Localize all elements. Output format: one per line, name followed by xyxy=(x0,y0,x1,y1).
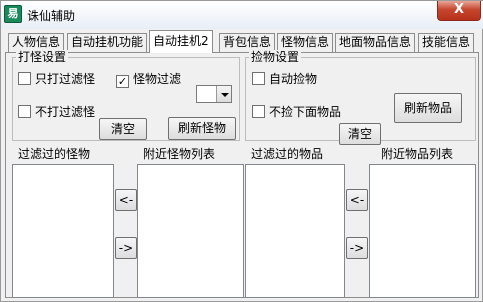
move-item-left-button[interactable]: <- xyxy=(346,189,368,211)
refresh-monsters-button[interactable]: 刷新怪物 xyxy=(168,117,236,140)
monster-filter-label: 怪物过滤 xyxy=(133,72,182,86)
filtered-monsters-label: 过滤过的怪物 xyxy=(18,147,91,161)
not-filtered-checkbox[interactable]: 不打过滤怪 xyxy=(18,104,95,120)
auto-pickup-checkbox[interactable]: 自动捡物 xyxy=(252,71,317,87)
nearby-items-label: 附近物品列表 xyxy=(381,147,454,161)
tab-ground-items-info[interactable]: 地面物品信息 xyxy=(335,33,416,52)
monster-filter-box[interactable]: ✓ xyxy=(116,75,129,88)
clear-items-button[interactable]: 清空 xyxy=(339,123,381,145)
no-pickup-below-box[interactable] xyxy=(252,105,265,118)
clear-monsters-button[interactable]: 清空 xyxy=(99,118,147,140)
tab-skill-info[interactable]: 技能信息 xyxy=(418,33,475,52)
filtered-items-list[interactable] xyxy=(245,164,345,298)
nearby-monsters-label: 附近怪物列表 xyxy=(143,147,216,161)
app-window: 易 诛仙辅助 X 人物信息 自动挂机功能 自动挂机2 背包信息 怪物信息 地面物… xyxy=(0,0,483,302)
title-bar[interactable]: 易 诛仙辅助 X xyxy=(1,1,483,29)
tab-auto-hangup-2[interactable]: 自动挂机2 xyxy=(149,30,213,53)
auto-pickup-box[interactable] xyxy=(252,72,265,85)
not-filtered-box[interactable] xyxy=(18,105,31,118)
item-settings-title: 捡物设置 xyxy=(249,50,302,64)
app-icon: 易 xyxy=(4,5,22,23)
filtered-monsters-list[interactable] xyxy=(12,164,114,298)
tab-auto-hangup[interactable]: 自动挂机功能 xyxy=(67,33,148,52)
window-title: 诛仙辅助 xyxy=(27,9,76,23)
move-monster-left-button[interactable]: <- xyxy=(115,189,137,211)
chevron-down-icon[interactable] xyxy=(216,86,231,102)
monster-filter-dropdown[interactable] xyxy=(196,85,232,103)
filtered-items-label: 过滤过的物品 xyxy=(251,147,324,161)
auto-pickup-label: 自动捡物 xyxy=(269,72,318,86)
not-filtered-label: 不打过滤怪 xyxy=(35,105,96,119)
only-filtered-label: 只打过滤怪 xyxy=(35,72,96,86)
close-button[interactable]: X xyxy=(437,1,481,21)
only-filtered-box[interactable] xyxy=(18,72,31,85)
only-filtered-checkbox[interactable]: 只打过滤怪 xyxy=(18,71,95,87)
no-pickup-below-checkbox[interactable]: 不捡下面物品 xyxy=(252,104,341,120)
no-pickup-below-label: 不捡下面物品 xyxy=(269,105,342,119)
monster-settings-title: 打怪设置 xyxy=(16,50,69,64)
move-item-right-button[interactable]: -> xyxy=(346,237,368,259)
move-monster-right-button[interactable]: -> xyxy=(115,237,137,259)
nearby-items-list[interactable] xyxy=(369,164,476,298)
nearby-monsters-list[interactable] xyxy=(137,164,244,298)
monster-filter-checkbox[interactable]: ✓ 怪物过滤 xyxy=(116,71,182,88)
refresh-items-button[interactable]: 刷新物品 xyxy=(394,93,462,123)
